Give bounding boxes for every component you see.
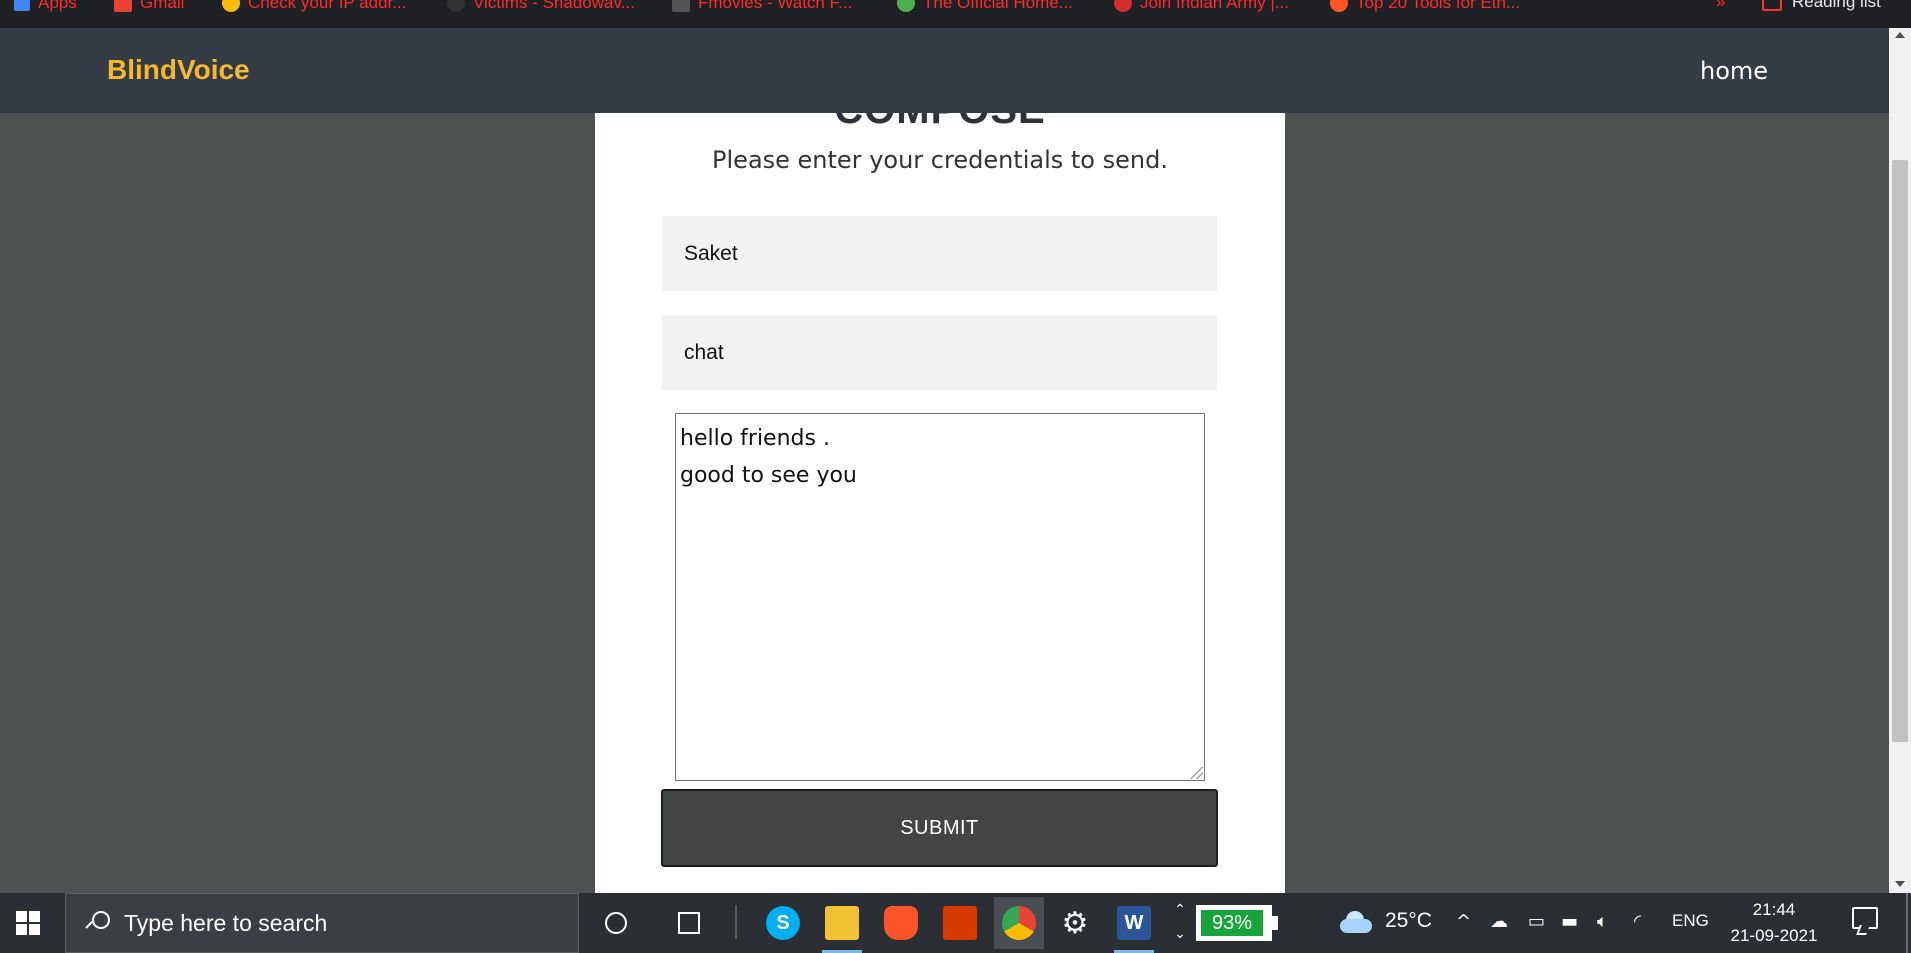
bookmark-check-ip[interactable]: Check your IP addr... — [222, 0, 406, 14]
more-bookmarks-button[interactable]: » — [1716, 0, 1725, 12]
bookmark-fmovies[interactable]: Fmovies - Watch F... — [672, 0, 852, 14]
chrome-icon — [1002, 906, 1036, 940]
wifi-icon[interactable]: ◜ — [1634, 911, 1641, 932]
volume-icon[interactable]: 🔈︎ — [1597, 911, 1608, 932]
site-icon — [447, 0, 465, 12]
compose-card: COMPOSE Please enter your credentials to… — [595, 28, 1285, 893]
search-placeholder: Type here to search — [124, 909, 328, 936]
battery-tip — [1272, 916, 1278, 930]
windows-logo-icon — [16, 911, 40, 935]
gmail-icon — [114, 0, 132, 12]
chrome-app[interactable] — [994, 897, 1044, 949]
bookmark-top-tools[interactable]: Top 20 Tools for Eth... — [1330, 0, 1520, 14]
cortana-icon — [605, 912, 627, 934]
brand-logo[interactable]: BlindVoice — [107, 54, 250, 86]
nav-home-link[interactable]: home — [1700, 57, 1768, 85]
task-view-icon — [678, 912, 700, 934]
submit-button[interactable]: SUBMIT — [661, 789, 1218, 867]
recipient-field[interactable]: Saket — [662, 216, 1217, 291]
reading-list-icon — [1762, 0, 1782, 11]
message-textarea[interactable]: hello friends . good to see you — [675, 413, 1205, 781]
brave-icon — [884, 906, 918, 940]
battery-tray-icon[interactable]: ▬ — [1561, 911, 1578, 932]
search-icon — [82, 908, 112, 938]
subject-field[interactable]: chat — [662, 315, 1217, 390]
scroll-up-arrow-icon[interactable] — [1895, 32, 1905, 38]
word-app[interactable]: W — [1112, 901, 1156, 953]
office-icon — [943, 906, 977, 940]
skype-app[interactable]: S — [761, 901, 805, 945]
onedrive-icon[interactable]: ☁ — [1490, 911, 1508, 932]
taskbar-scroll-arrows[interactable]: ⌃ ⌄ — [1170, 897, 1190, 949]
clock-date: 21-09-2021 — [1730, 926, 1818, 945]
clock-time: 21:44 — [1752, 900, 1796, 919]
taskbar-divider — [735, 905, 737, 939]
show-hidden-icons-button[interactable]: ^ — [1456, 911, 1471, 932]
gear-icon: ⚙ — [1061, 906, 1089, 940]
page-scrollbar[interactable] — [1889, 28, 1911, 893]
scroll-down-arrow-icon[interactable] — [1895, 881, 1905, 887]
bookmark-victims[interactable]: Victims - Shadowav... — [447, 0, 635, 14]
brave-app[interactable] — [879, 901, 923, 945]
bookmark-indian-army[interactable]: Join Indian Army |... — [1114, 0, 1289, 14]
cortana-button[interactable] — [596, 903, 636, 943]
site-icon — [1114, 0, 1132, 12]
bookmark-official-home[interactable]: The Official Home... — [897, 0, 1073, 14]
settings-app[interactable]: ⚙ — [1053, 901, 1097, 945]
site-icon — [1330, 0, 1348, 12]
fmovies-icon — [672, 0, 690, 12]
weather-cloud-icon[interactable] — [1340, 911, 1374, 933]
meet-now-icon[interactable]: ▭ — [1528, 911, 1545, 932]
weather-temperature[interactable]: 25°C — [1385, 909, 1432, 933]
word-icon: W — [1117, 906, 1151, 940]
bookmark-apps[interactable]: Apps — [14, 0, 77, 14]
start-button[interactable] — [0, 893, 56, 953]
bookmarks-bar: Apps Gmail Check your IP addr... Victims… — [0, 0, 1911, 28]
battery-percent: 93% — [1201, 910, 1263, 936]
apps-grid-icon — [14, 0, 30, 11]
reading-list-button[interactable]: Reading list — [1762, 0, 1881, 12]
page-viewport: COMPOSE Please enter your credentials to… — [0, 28, 1889, 893]
notification-center-icon[interactable] — [1852, 907, 1878, 929]
bookmark-gmail[interactable]: Gmail — [114, 0, 184, 14]
system-clock[interactable]: 21:44 21-09-2021 — [1726, 897, 1822, 949]
scrollbar-thumb[interactable] — [1892, 160, 1908, 742]
lightbulb-icon — [222, 0, 240, 12]
file-explorer-icon — [825, 906, 859, 940]
battery-indicator[interactable]: 93% — [1196, 905, 1278, 941]
skype-icon: S — [766, 906, 800, 940]
compose-subtitle: Please enter your credentials to send. — [712, 146, 1168, 174]
site-icon — [897, 0, 915, 12]
file-explorer-app[interactable] — [820, 901, 864, 953]
office-app[interactable] — [938, 901, 982, 945]
input-language[interactable]: ENG — [1672, 911, 1709, 931]
textarea-resize-grip[interactable] — [1191, 767, 1205, 781]
taskbar-search-box[interactable]: Type here to search — [65, 893, 579, 953]
navbar: BlindVoice home — [0, 28, 1889, 113]
show-desktop-button[interactable] — [1906, 893, 1908, 953]
taskbar: Type here to search S ⚙ W ⌃ ⌄ 93% 25°C ^ … — [0, 893, 1911, 953]
task-view-button[interactable] — [669, 903, 709, 943]
